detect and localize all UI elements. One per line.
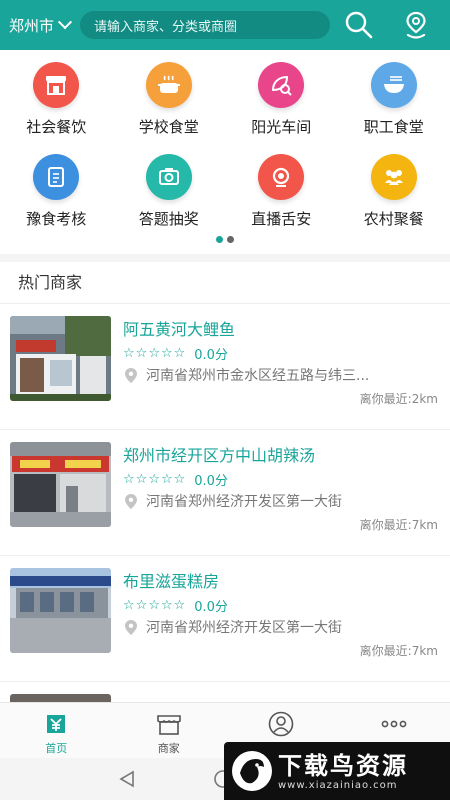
merchant-list-item[interactable]: 阿五黄河大鲤鱼 ☆ ☆ ☆ ☆ ☆ 0.0分 河南省郑州市金水区经五路与纬三..… [0, 304, 450, 430]
nav-home[interactable]: 首页 [0, 703, 113, 758]
location-pin-icon[interactable] [400, 10, 432, 40]
merchant-distance: 离你最近:7km [359, 644, 438, 658]
star-outline-icon: ☆ [160, 472, 173, 487]
star-outline-icon: ☆ [173, 472, 186, 487]
city-name: 郑州市 [9, 16, 55, 35]
live-broadcast-icon [258, 154, 305, 200]
category-sunshine-workshop[interactable]: 阳光车间 [225, 50, 338, 142]
user-icon [268, 711, 294, 737]
merchant-address: 河南省郑州经济开发区第一大街 [125, 617, 425, 637]
camera-icon [145, 154, 192, 200]
merchant-list-item[interactable]: 郑州市经开区方中山胡辣汤 ☆ ☆ ☆ ☆ ☆ 0.0分 河南省郑州经济开发区第一… [0, 430, 450, 556]
category-quiz-lottery[interactable]: 答题抽奖 [113, 142, 226, 234]
star-rating: ☆ ☆ ☆ ☆ ☆ 0.0分 [123, 470, 228, 489]
star-outline-icon: ☆ [148, 472, 160, 487]
star-rating: ☆ ☆ ☆ ☆ ☆ 0.0分 [123, 344, 228, 363]
group-people-icon [370, 154, 417, 200]
category-staff-canteen[interactable]: 职工食堂 [338, 50, 450, 142]
location-pin-icon [125, 367, 137, 383]
category-label: 阳光车间 [251, 118, 312, 136]
category-school-canteen[interactable]: 学校食堂 [113, 50, 226, 142]
merchant-list-item[interactable]: 布里滋蛋糕房 ☆ ☆ ☆ ☆ ☆ 0.0分 河南省郑州经济开发区第一大街 离你最… [0, 556, 450, 682]
category-label: 职工食堂 [363, 118, 424, 136]
merchant-photo [10, 568, 111, 653]
star-outline-icon: ☆ [173, 598, 186, 613]
nav-label: 商家 [157, 742, 180, 755]
star-outline-icon: ☆ [135, 472, 148, 487]
star-outline-icon: ☆ [160, 598, 173, 613]
star-outline-icon: ☆ [123, 598, 135, 613]
leaf-search-icon [258, 62, 305, 108]
watermark-url: www.xiazainiao.com [278, 779, 398, 791]
merchant-address: 河南省郑州市金水区经五路与纬三... [125, 365, 425, 385]
category-rural-banquet[interactable]: 农村聚餐 [338, 142, 450, 234]
category-label: 直播舌安 [251, 210, 312, 228]
address-text: 河南省郑州经济开发区第一大街 [146, 494, 342, 510]
merchant-score: 0.0分 [194, 474, 228, 489]
top-header: 郑州市 请输入商家、分类或商圈 [0, 0, 450, 50]
address-text: 河南省郑州经济开发区第一大街 [146, 620, 342, 636]
merchant-photo [10, 694, 111, 702]
merchant-distance: 离你最近:7km [359, 518, 438, 532]
category-panel: 社会餐饮 学校食堂 阳光车间 职工食堂 豫食考核 答题抽奖 直播舌安 农村聚餐 [0, 50, 450, 254]
page-dot[interactable] [227, 236, 234, 243]
category-label: 学校食堂 [138, 118, 199, 136]
food-bowl-icon [370, 62, 417, 108]
city-selector[interactable]: 郑州市 [0, 15, 80, 36]
category-social-dining[interactable]: 社会餐饮 [0, 50, 113, 142]
star-rating: ☆ ☆ ☆ ☆ ☆ 0.0分 [123, 596, 228, 615]
merchant-name: 郑州市经开区方中山胡辣汤 [123, 446, 316, 465]
category-food-exam[interactable]: 豫食考核 [0, 142, 113, 234]
exam-icon [33, 154, 80, 200]
storefront-icon [33, 62, 80, 108]
page-indicator [0, 236, 450, 243]
back-triangle-icon[interactable] [118, 770, 136, 788]
merchant-distance: 离你最近:2km [359, 392, 438, 406]
star-outline-icon: ☆ [160, 346, 173, 361]
hot-merchants-section: 热门商家 阿五黄河大鲤鱼 ☆ ☆ ☆ ☆ ☆ 0.0分 河南省郑州市金水区经五路… [0, 262, 450, 702]
watermark: 下载鸟资源 www.xiazainiao.com [224, 742, 450, 800]
merchant-list-item[interactable] [0, 682, 450, 702]
star-outline-icon: ☆ [148, 598, 160, 613]
chevron-down-icon [57, 15, 73, 30]
category-label: 农村聚餐 [363, 210, 424, 228]
category-label: 豫食考核 [26, 210, 87, 228]
merchant-photo [10, 442, 111, 527]
star-outline-icon: ☆ [123, 346, 135, 361]
star-outline-icon: ☆ [135, 598, 148, 613]
merchant-score: 0.0分 [194, 348, 228, 363]
more-dots-icon [381, 711, 407, 737]
section-title: 热门商家 [0, 262, 450, 304]
search-icon[interactable] [343, 10, 375, 40]
search-placeholder: 请输入商家、分类或商圈 [94, 19, 238, 35]
star-outline-icon: ☆ [148, 346, 160, 361]
yuan-home-icon [43, 711, 69, 737]
nav-label: 首页 [45, 742, 68, 755]
page-dot-active[interactable] [216, 236, 223, 243]
merchant-score: 0.0分 [194, 600, 228, 615]
merchant-name: 阿五黄河大鲤鱼 [123, 320, 236, 339]
shop-icon [156, 711, 182, 737]
merchant-photo [10, 316, 111, 401]
star-outline-icon: ☆ [173, 346, 186, 361]
location-pin-icon [125, 493, 137, 509]
category-label: 答题抽奖 [138, 210, 199, 228]
merchant-address: 河南省郑州经济开发区第一大街 [125, 491, 425, 511]
watermark-title: 下载鸟资源 [278, 751, 408, 780]
cooking-pot-icon [145, 62, 192, 108]
nav-merchants[interactable]: 商家 [113, 703, 226, 758]
search-input[interactable]: 请输入商家、分类或商圈 [80, 11, 330, 39]
location-pin-icon [125, 619, 137, 635]
star-outline-icon: ☆ [135, 346, 148, 361]
category-label: 社会餐饮 [26, 118, 87, 136]
address-text: 河南省郑州市金水区经五路与纬三... [146, 368, 370, 384]
merchant-name: 布里滋蛋糕房 [123, 572, 220, 591]
category-live-broadcast[interactable]: 直播舌安 [225, 142, 338, 234]
star-outline-icon: ☆ [123, 472, 135, 487]
bird-logo-icon [232, 751, 272, 791]
